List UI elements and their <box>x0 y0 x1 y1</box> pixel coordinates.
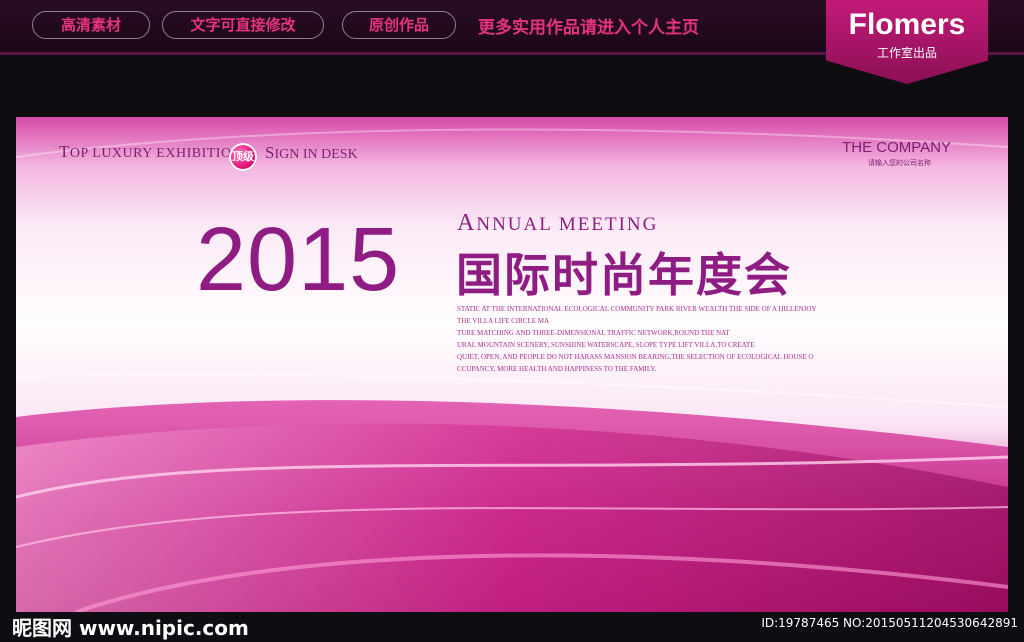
tagline: TOP LUXURY EXHIBITION <box>59 142 243 161</box>
paragraph-line: URAL MOUNTAIN SCENERY, SUNSHINE WATERSCA… <box>457 341 755 349</box>
image-id: ID:19787465 NO:20150511204530642891 <box>761 616 1018 630</box>
nipic-watermark: 昵图网 www.nipic.com <box>12 616 249 640</box>
sign-in-desk: SIGN IN DESK <box>265 143 358 162</box>
year-title: 2015 <box>196 210 401 310</box>
poster: TOP LUXURY EXHIBITION 顶级 SIGN IN DESK TH… <box>16 117 1008 612</box>
editable-text-pill: 文字可直接修改 <box>162 11 324 39</box>
badge-brand: Flomers <box>848 8 966 41</box>
promo-text: 更多实用作品请进入个人主页 <box>478 18 699 38</box>
paragraph-line: TURE MATCHING AND THREE-DIMENSIONAL TRAF… <box>457 329 730 337</box>
annual-meeting-title: ANNUAL MEETING <box>457 210 659 236</box>
paragraph-line: THE VILLA LIFE CIRCLE MA <box>457 317 550 325</box>
studio-badge: Flomers 工作室出品 <box>826 0 988 84</box>
badge-sub: 工作室出品 <box>876 46 937 60</box>
paragraph-line: QUIET, OPEN, AND PEOPLE DO NOT HARASS MA… <box>457 353 814 361</box>
company-name: THE COMPANY <box>842 139 951 156</box>
original-work-pill: 原创作品 <box>342 11 456 39</box>
hd-material-pill: 高清素材 <box>32 11 150 39</box>
chinese-title: 国际时尚年度会 <box>456 248 792 302</box>
description-paragraph: STATIC AT THE INTERNATIONAL ECOLOGICAL C… <box>457 303 837 375</box>
paragraph-line: CCUPANCY, MORE HEALTH AND HAPPINESS TO T… <box>457 365 657 373</box>
top-grade-seal: 顶级 <box>229 143 257 171</box>
company-subtitle: 请输入您的公司名称 <box>868 159 931 167</box>
paragraph-line: STATIC AT THE INTERNATIONAL ECOLOGICAL C… <box>457 305 817 313</box>
